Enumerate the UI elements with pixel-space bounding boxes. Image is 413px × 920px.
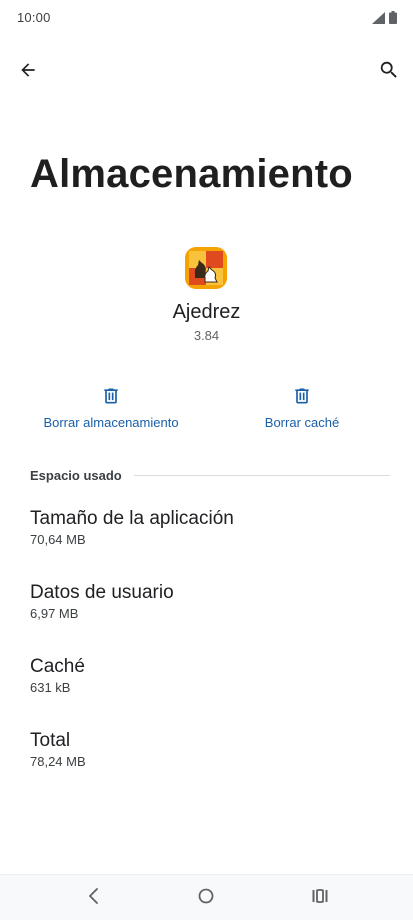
top-app-bar xyxy=(0,50,413,94)
status-bar: 10:00 xyxy=(0,0,413,36)
nav-recents-icon xyxy=(311,887,329,910)
app-version: 3.84 xyxy=(193,328,220,343)
app-name: Ajedrez xyxy=(172,301,241,323)
storage-item-total: Total 78,24 MB xyxy=(30,730,390,769)
storage-screen: 10:00 Almacenamiento Ajedrez 3.84 Borrar… xyxy=(0,0,413,920)
navigation-bar xyxy=(0,874,413,920)
storage-item-user-data: Datos de usuario 6,97 MB xyxy=(30,582,390,621)
section-header-space-used: Espacio usado xyxy=(30,468,390,483)
storage-item-value: 78,24 MB xyxy=(30,754,86,769)
storage-item-title: Total xyxy=(30,730,71,751)
nav-recents-button[interactable] xyxy=(307,885,333,911)
arrow-back-icon xyxy=(18,60,38,85)
storage-item-value: 631 kB xyxy=(30,680,71,695)
storage-item-value: 70,64 MB xyxy=(30,532,86,547)
search-button[interactable] xyxy=(371,54,407,90)
storage-item-value: 6,97 MB xyxy=(30,606,79,621)
nav-home-button[interactable] xyxy=(193,885,219,911)
nav-back-button[interactable] xyxy=(80,885,106,911)
status-icons xyxy=(372,11,397,24)
storage-item-cache: Caché 631 kB xyxy=(30,656,390,695)
battery-icon xyxy=(389,11,397,24)
storage-item-title: Datos de usuario xyxy=(30,582,174,603)
nav-home-icon xyxy=(197,887,215,910)
clear-cache-button[interactable]: Borrar caché xyxy=(211,384,393,430)
storage-item-title: Tamaño de la aplicación xyxy=(30,508,234,529)
clear-storage-button[interactable]: Borrar almacenamiento xyxy=(20,384,202,430)
trash-icon xyxy=(290,384,314,408)
search-icon xyxy=(378,59,400,86)
status-time: 10:00 xyxy=(17,10,51,25)
storage-item-app-size: Tamaño de la aplicación 70,64 MB xyxy=(30,508,390,547)
section-divider xyxy=(133,475,390,476)
trash-icon xyxy=(99,384,123,408)
page-title: Almacenamiento xyxy=(30,152,353,196)
storage-item-title: Caché xyxy=(30,656,85,677)
nav-back-icon xyxy=(86,887,100,910)
section-title: Espacio usado xyxy=(30,468,122,483)
signal-icon xyxy=(372,11,385,24)
clear-storage-label: Borrar almacenamiento xyxy=(43,415,179,430)
chess-app-icon xyxy=(185,247,227,289)
back-button[interactable] xyxy=(10,54,46,90)
clear-cache-label: Borrar caché xyxy=(264,415,340,430)
